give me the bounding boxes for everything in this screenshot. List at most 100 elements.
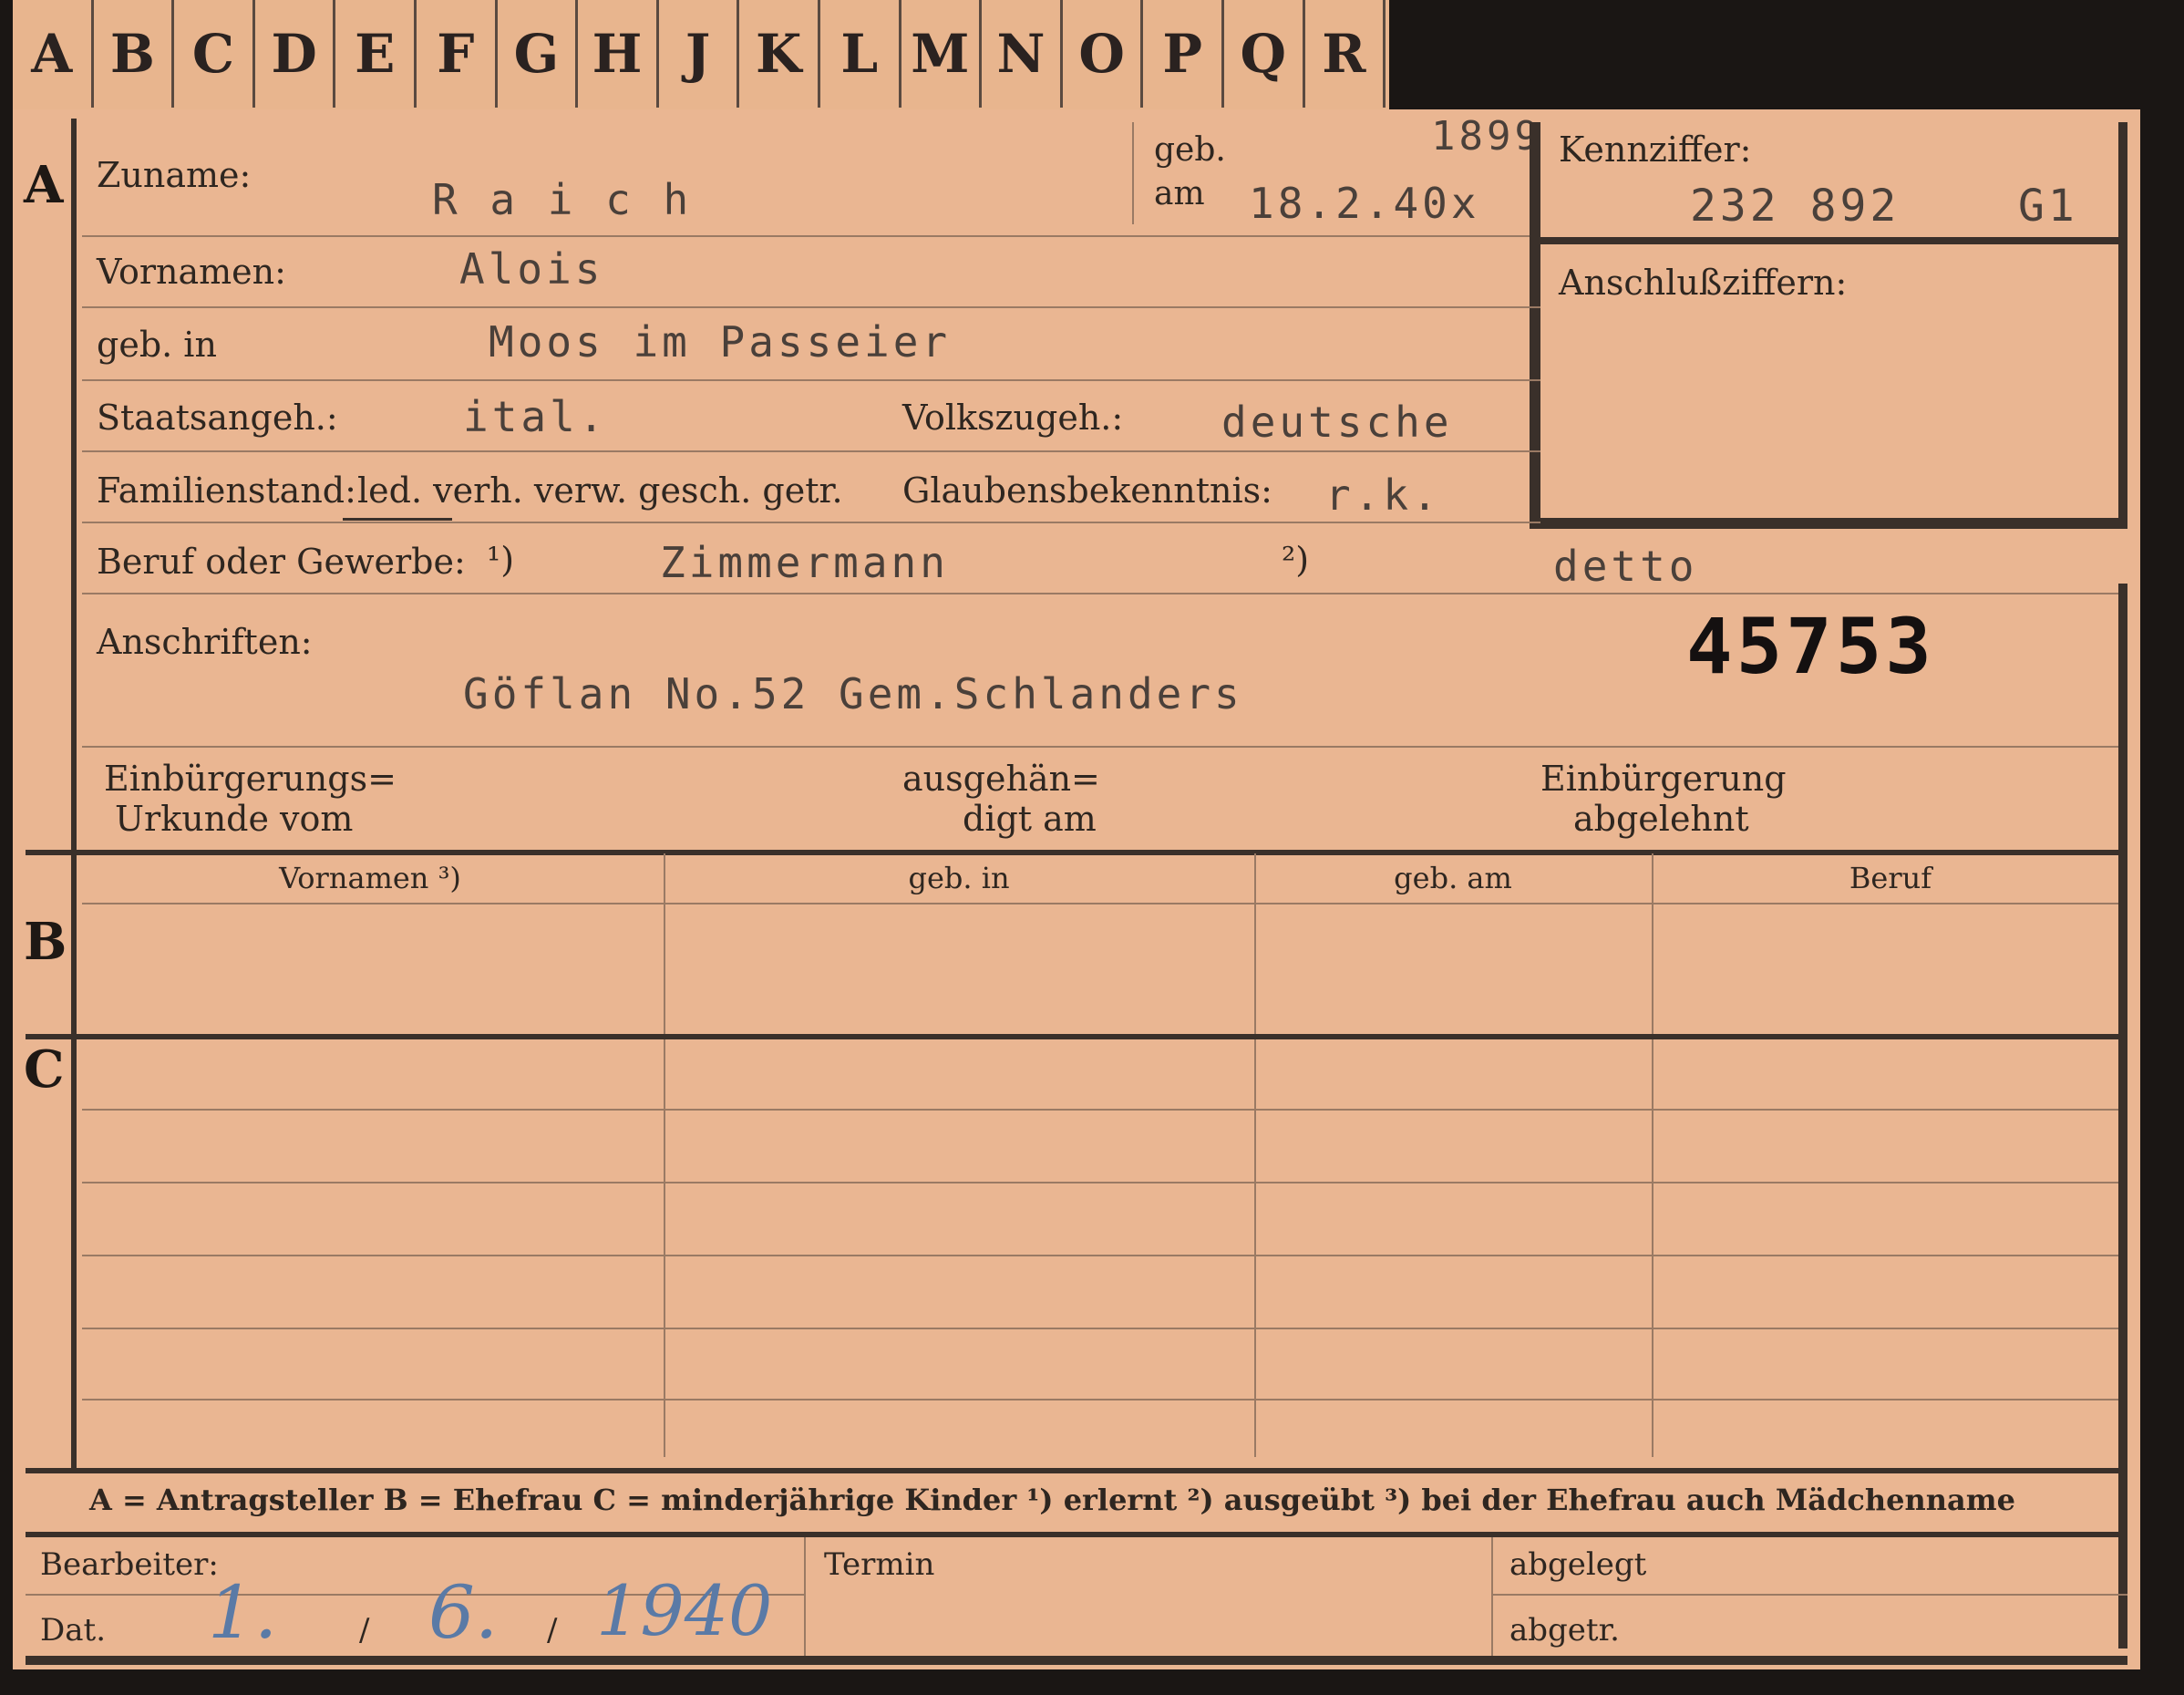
glaubensbekenntnis-label: Glaubensbekenntnis: — [902, 470, 1272, 511]
legend: A = Antragsteller B = Ehefrau C = minder… — [89, 1483, 2015, 1517]
tab-j[interactable]: J — [659, 0, 740, 108]
familienstand-underline — [343, 518, 452, 521]
tab-q[interactable]: Q — [1224, 0, 1305, 108]
abgelegt-label: abgelegt — [1509, 1546, 1647, 1583]
volkszugeh-label: Volkszugeh.: — [902, 398, 1124, 438]
section-column-border — [71, 119, 77, 1468]
rule — [82, 522, 1540, 523]
tab-g[interactable]: G — [498, 0, 579, 108]
rule — [82, 1109, 2127, 1111]
legend-top — [26, 1468, 2127, 1473]
staatsangeh-label: Staatsangeh.: — [97, 398, 338, 438]
section-b-bottom — [26, 1034, 2127, 1039]
tab-e[interactable]: E — [335, 0, 417, 108]
volkszugeh-value: deutsche — [1221, 398, 1453, 447]
geb-am-value: 18.2.40x — [1249, 179, 1480, 228]
geb-year-value: 1899 — [1431, 113, 1542, 160]
rule — [82, 1255, 2127, 1256]
geb-am-label-1: geb. — [1154, 131, 1226, 169]
anschlussziffern-label: Anschlußziffern: — [1559, 263, 1848, 303]
tab-a[interactable]: A — [13, 0, 94, 108]
rule — [82, 1182, 2127, 1183]
registration-card: A B C Zuname: R a i c h geb. am 18.2.40x… — [13, 109, 2140, 1669]
kennziffer-box-left — [1530, 122, 1540, 529]
footer-divider — [804, 1537, 806, 1656]
tab-h[interactable]: H — [578, 0, 659, 108]
familienstand-options: led. verh. verw. gesch. getr. — [357, 470, 843, 511]
tab-r[interactable]: R — [1305, 0, 1386, 108]
ausgehaen-label-1: ausgehän= — [902, 759, 1100, 799]
date-year: 1940 — [596, 1570, 773, 1651]
rule — [82, 1328, 2127, 1329]
familienstand-label: Familienstand: — [97, 470, 356, 511]
section-b-letter: B — [24, 912, 67, 972]
col-header-vornamen: Vornamen ³) — [279, 861, 461, 895]
beruf-ausgeuebt-value: detto — [1553, 542, 1698, 591]
col-divider — [1254, 853, 1256, 1457]
section-a-letter: A — [24, 155, 64, 215]
geb-divider — [1132, 122, 1134, 224]
zuname-value: R a i c h — [432, 175, 693, 224]
kennziffer-label: Kennziffer: — [1559, 129, 1752, 170]
kennziffer-suffix: G1 — [2018, 181, 2078, 232]
tab-f[interactable]: F — [417, 0, 498, 108]
tab-m[interactable]: M — [901, 0, 983, 108]
rule — [82, 450, 1540, 452]
kennziffer-box-right — [2118, 122, 2127, 529]
legend-bottom — [26, 1532, 2127, 1537]
col-divider — [1652, 853, 1653, 1457]
tab-c[interactable]: C — [174, 0, 255, 108]
beruf-erlernt-value: Zimmermann — [660, 538, 949, 587]
kennziffer-box-divider — [1530, 237, 2127, 244]
geb-in-label: geb. in — [97, 325, 217, 365]
date-sep-1: / — [359, 1612, 370, 1648]
anschrift-value: Göflan No.52 Gem.Schlanders — [463, 669, 1243, 718]
termin-label: Termin — [824, 1546, 935, 1583]
rule — [82, 746, 2127, 748]
glaubensbekenntnis-value: r.k. — [1325, 470, 1441, 520]
abgelehnt-label-2: abgelehnt — [1573, 799, 1749, 839]
tab-b[interactable]: B — [94, 0, 175, 108]
rule — [82, 593, 2127, 594]
kennziffer-value: 232 892 — [1690, 181, 1901, 232]
section-a-bottom — [26, 850, 2127, 855]
col-header-beruf: Beruf — [1849, 861, 1932, 895]
kennziffer-box-bottom — [1530, 518, 2127, 529]
footer-divider — [1491, 1537, 1493, 1656]
beruf-label: Beruf oder Gewerbe: — [97, 542, 466, 582]
rule — [82, 903, 2127, 904]
zuname-label: Zuname: — [97, 155, 252, 195]
tab-k[interactable]: K — [739, 0, 820, 108]
col-header-geb-am: geb. am — [1394, 861, 1512, 895]
vornamen-label: Vornamen: — [97, 252, 286, 292]
tab-d[interactable]: D — [255, 0, 336, 108]
section-c-letter: C — [24, 1039, 65, 1100]
beruf-footnote-2: ²) — [1282, 540, 1310, 580]
rule — [82, 1399, 2127, 1400]
tab-n[interactable]: N — [982, 0, 1063, 108]
vornamen-value: Alois — [459, 244, 604, 294]
stamp-number: 45753 — [1686, 602, 1935, 691]
dat-label: Dat. — [40, 1612, 107, 1648]
col-header-geb-in: geb. in — [908, 861, 1010, 895]
staatsangeh-value: ital. — [463, 392, 608, 441]
tab-o[interactable]: O — [1063, 0, 1144, 108]
date-sep-2: / — [547, 1612, 558, 1648]
ausgehaen-label-2: digt am — [963, 799, 1097, 839]
rule — [82, 306, 1540, 308]
beruf-footnote-1: ¹) — [487, 540, 515, 580]
date-day: 1. — [208, 1570, 278, 1655]
abgetr-label: abgetr. — [1509, 1612, 1620, 1648]
abgelehnt-label-1: Einbürgerung — [1540, 759, 1787, 799]
geb-am-label-2: am — [1154, 175, 1205, 212]
anschriften-label: Anschriften: — [97, 622, 313, 662]
geb-in-value: Moos im Passeier — [489, 317, 952, 367]
bearbeiter-label: Bearbeiter: — [40, 1546, 219, 1583]
einbuergerungs-label-1: Einbürgerungs= — [104, 759, 397, 799]
tab-l[interactable]: L — [820, 0, 901, 108]
rule — [82, 235, 1540, 237]
date-month: 6. — [428, 1570, 499, 1655]
tab-p[interactable]: P — [1143, 0, 1224, 108]
rule — [1493, 1594, 2127, 1596]
index-tabs: ABCDEFGHJKLMNOPQR — [13, 0, 1389, 117]
